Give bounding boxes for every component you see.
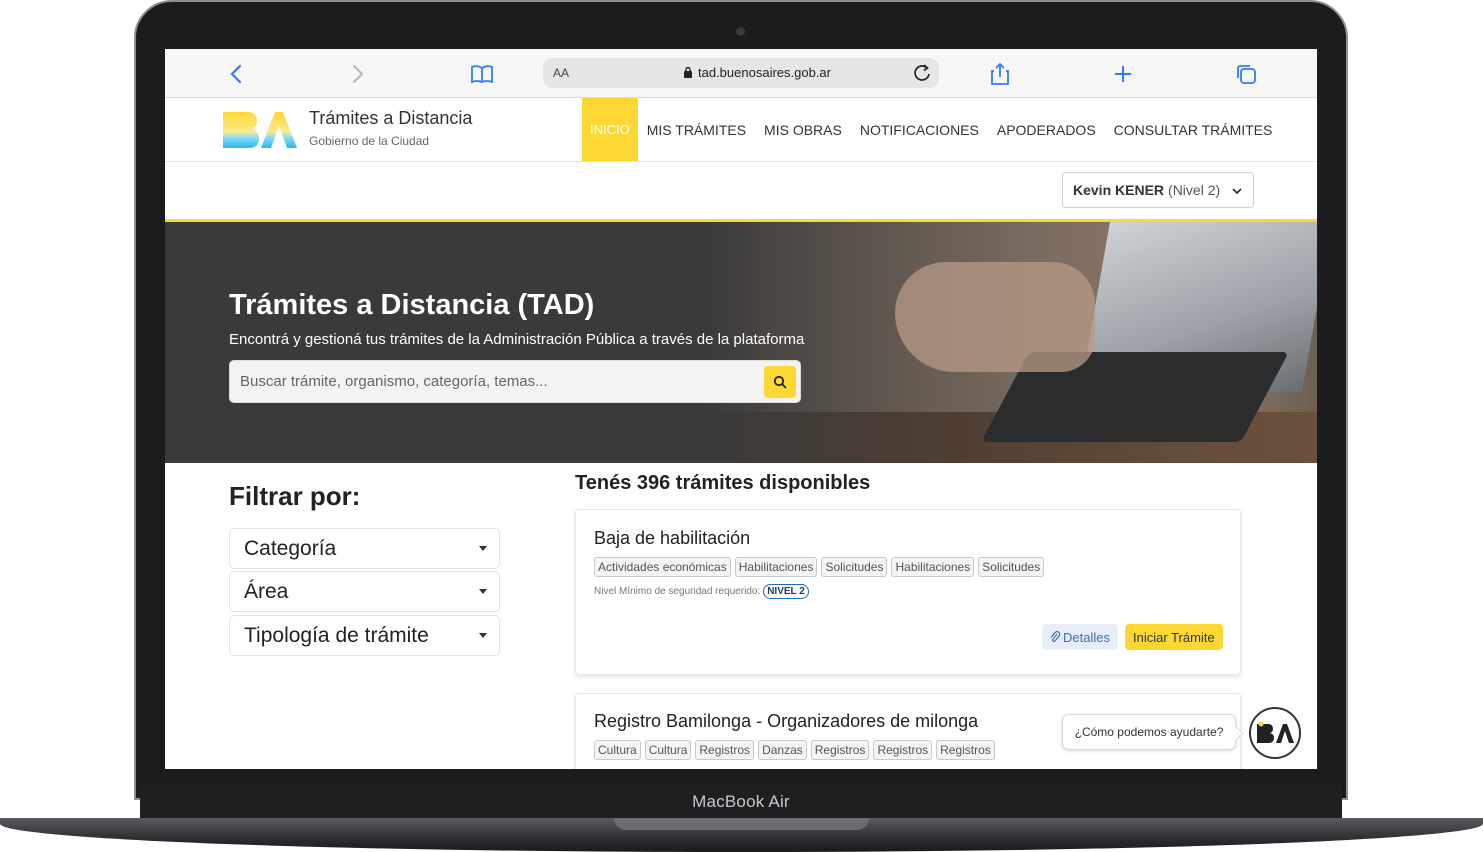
procedure-card: Baja de habilitación Actividades económi… bbox=[575, 509, 1241, 675]
device-label: MacBook Air bbox=[692, 792, 790, 811]
filter-title: Filtrar por: bbox=[229, 481, 361, 511]
tag[interactable]: Cultura bbox=[594, 740, 641, 760]
back-icon[interactable] bbox=[223, 61, 249, 87]
search-icon bbox=[773, 375, 787, 389]
forward-icon[interactable] bbox=[345, 61, 371, 87]
new-tab-icon[interactable] bbox=[1110, 61, 1136, 87]
nav-item-inicio[interactable]: INICIO bbox=[582, 98, 638, 161]
nav-item-mis-obras[interactable]: MIS OBRAS bbox=[755, 98, 851, 161]
address-bar[interactable]: AA tad.buenosaires.gob.ar bbox=[543, 58, 939, 88]
hero-banner: Trámites a Distancia (TAD) Encontrá y ge… bbox=[165, 222, 1317, 463]
chatbot-avatar-icon[interactable] bbox=[1249, 707, 1301, 759]
caret-down-icon bbox=[479, 546, 487, 551]
url-field[interactable]: tad.buenosaires.gob.ar bbox=[683, 65, 831, 80]
browser-toolbar: AA tad.buenosaires.gob.ar bbox=[165, 49, 1317, 98]
details-button[interactable]: Detalles bbox=[1042, 624, 1118, 650]
user-name: Kevin KENER bbox=[1073, 182, 1165, 198]
filter-area[interactable]: Área bbox=[229, 571, 500, 612]
paperclip-icon bbox=[1050, 631, 1060, 642]
tag[interactable]: Danzas bbox=[758, 740, 807, 760]
reader-aa-button[interactable]: AA bbox=[553, 66, 569, 80]
tag[interactable]: Habilitaciones bbox=[891, 557, 975, 577]
details-label: Detalles bbox=[1063, 629, 1110, 645]
site-header: Trámites a Distancia Gobierno de la Ciud… bbox=[165, 98, 1317, 162]
lock-icon bbox=[684, 66, 692, 78]
search-box bbox=[229, 360, 801, 403]
search-button[interactable] bbox=[764, 366, 796, 398]
hero-subtitle: Encontrá y gestioná tus trámites de la A… bbox=[229, 331, 805, 348]
tag[interactable]: Registros bbox=[873, 740, 933, 760]
tag-list: Actividades económicas Habilitaciones So… bbox=[594, 557, 1045, 577]
laptop-chin: MacBook Air bbox=[140, 784, 1342, 820]
brand-title: Trámites a Distancia bbox=[309, 108, 473, 128]
share-icon[interactable] bbox=[987, 61, 1013, 87]
user-bar: Kevin KENER (Nivel 2) bbox=[165, 162, 1317, 219]
tag[interactable]: Registros bbox=[695, 740, 755, 760]
tag[interactable]: Cultura bbox=[644, 740, 692, 760]
caret-down-icon bbox=[479, 589, 487, 594]
brand-subtitle: Gobierno de la Ciudad bbox=[309, 134, 430, 148]
camera-icon bbox=[736, 27, 745, 36]
ba-logo[interactable] bbox=[221, 110, 297, 150]
filter-label: Tipología de trámite bbox=[244, 623, 429, 647]
laptop-notch bbox=[614, 818, 869, 830]
url-text: tad.buenosaires.gob.ar bbox=[698, 65, 831, 80]
security-level-row: Nivel Mínimo de seguridad requerido: NIV… bbox=[594, 584, 809, 599]
chevron-down-icon bbox=[1231, 184, 1243, 200]
procedure-title[interactable]: Registro Bamilonga - Organizadores de mi… bbox=[594, 711, 978, 732]
results-count-title: Tenés 396 trámites disponibles bbox=[575, 472, 871, 494]
reload-icon[interactable] bbox=[911, 62, 933, 89]
nav-item-notificaciones[interactable]: NOTIFICACIONES bbox=[851, 98, 988, 161]
tag-list: Cultura Cultura Registros Danzas Registr… bbox=[594, 740, 995, 760]
caret-down-icon bbox=[479, 633, 487, 638]
hero-title: Trámites a Distancia (TAD) bbox=[229, 289, 595, 321]
tag[interactable]: Registros bbox=[936, 740, 995, 760]
filter-label: Área bbox=[244, 579, 289, 603]
start-procedure-button[interactable]: Iniciar Trámite bbox=[1125, 624, 1223, 650]
user-level: (Nivel 2) bbox=[1168, 182, 1221, 198]
nav-item-mis-tramites[interactable]: MIS TRÁMITES bbox=[638, 98, 755, 161]
filter-categoria[interactable]: Categoría bbox=[229, 528, 500, 569]
tag[interactable]: Solicitudes bbox=[978, 557, 1045, 577]
chat-prompt-bubble[interactable]: ¿Cómo podemos ayudarte? bbox=[1062, 714, 1236, 750]
procedure-title[interactable]: Baja de habilitación bbox=[594, 528, 750, 549]
nav-item-consultar-tramites[interactable]: CONSULTAR TRÁMITES bbox=[1105, 98, 1282, 161]
screen: AA tad.buenosaires.gob.ar Trámites a Dis… bbox=[165, 49, 1317, 769]
security-label: Nivel Mínimo de seguridad requerido: bbox=[594, 586, 761, 597]
user-menu-dropdown[interactable]: Kevin KENER (Nivel 2) bbox=[1062, 172, 1254, 208]
filter-label: Categoría bbox=[244, 536, 337, 560]
search-input[interactable] bbox=[230, 361, 760, 402]
tag[interactable]: Actividades económicas bbox=[594, 557, 731, 577]
tabs-overview-icon[interactable] bbox=[1233, 61, 1259, 87]
filter-tipologia[interactable]: Tipología de trámite bbox=[229, 615, 500, 656]
bookmarks-icon[interactable] bbox=[469, 61, 495, 87]
level-badge: NIVEL 2 bbox=[763, 584, 809, 599]
tag[interactable]: Solicitudes bbox=[821, 557, 888, 577]
tag[interactable]: Habilitaciones bbox=[734, 557, 818, 577]
main-nav: INICIO MIS TRÁMITES MIS OBRAS NOTIFICACI… bbox=[582, 98, 1281, 161]
tag[interactable]: Registros bbox=[810, 740, 870, 760]
nav-item-apoderados[interactable]: APODERADOS bbox=[988, 98, 1105, 161]
